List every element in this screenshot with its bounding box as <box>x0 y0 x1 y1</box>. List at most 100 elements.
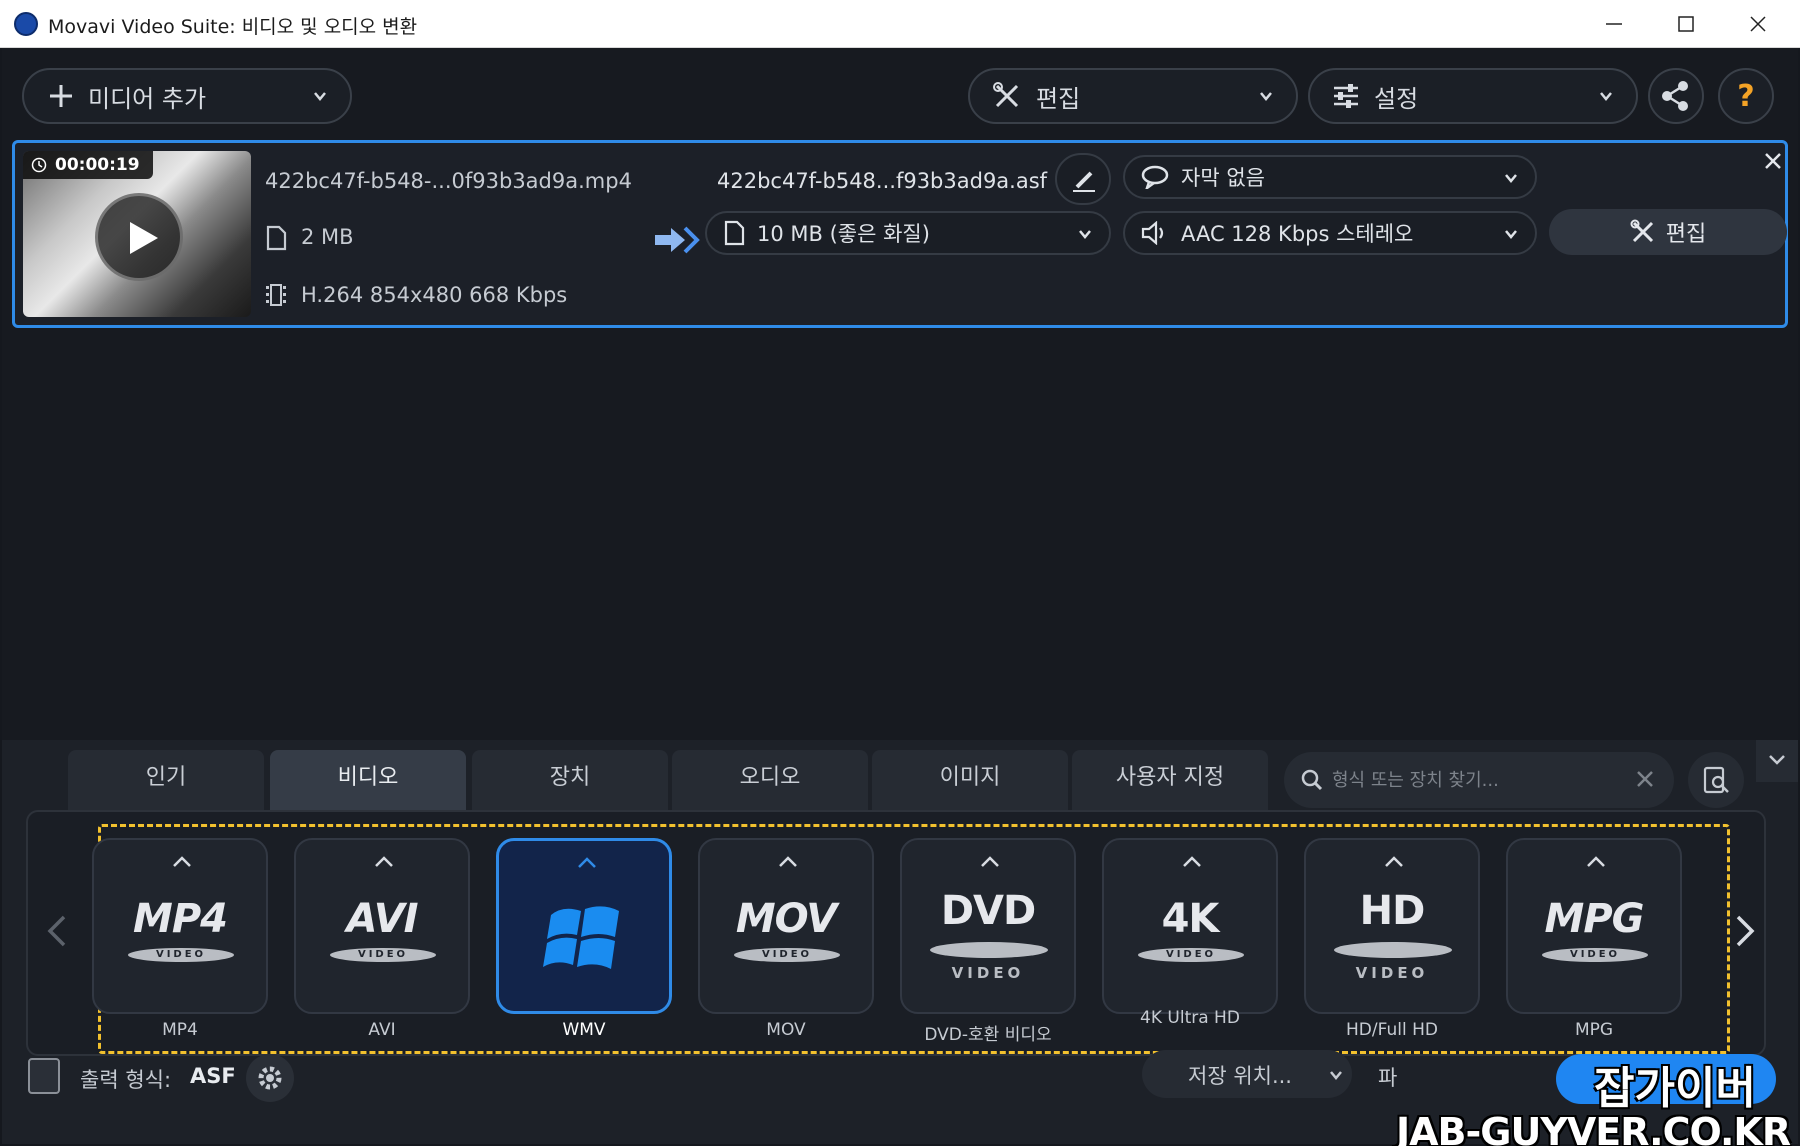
format-4k[interactable]: 4K VIDEO <box>1102 838 1278 1014</box>
format-mpg-label: MPG <box>1574 1020 1614 1040</box>
title-bar: Movavi Video Suite: 비디오 및 오디오 변환 <box>0 0 1800 48</box>
chevron-up-icon[interactable] <box>778 854 798 868</box>
format-mp4[interactable]: MP4 VIDEO <box>92 838 268 1014</box>
film-icon <box>266 284 286 306</box>
format-mp4-label: MP4 <box>162 1020 198 1040</box>
dvd-logo: DVD <box>940 888 1036 934</box>
window-title: Movavi Video Suite: 비디오 및 오디오 변환 <box>48 16 418 38</box>
close-icon <box>1750 16 1766 32</box>
edit-dropdown[interactable]: 편집 <box>968 68 1298 124</box>
maximize-button[interactable] <box>1650 0 1722 48</box>
chevron-down-icon <box>314 92 326 101</box>
help-icon: ? <box>1737 79 1755 114</box>
format-mov-label: MOV <box>766 1020 806 1040</box>
chevron-up-icon[interactable] <box>980 854 1000 868</box>
format-wmv[interactable] <box>496 838 672 1014</box>
file-item[interactable]: 00:00:19 422bc47f-b548-...0f93b3ad9a.mp4… <box>12 140 1788 328</box>
chevron-up-icon[interactable] <box>577 855 597 869</box>
save-location-label: 저장 위치... <box>1188 1064 1292 1088</box>
chevron-down-icon <box>1505 174 1517 183</box>
detect-device-button[interactable] <box>1688 752 1744 808</box>
share-icon <box>1662 81 1688 111</box>
tab-custom[interactable]: 사용자 지정 <box>1072 750 1268 810</box>
mpg-sub: VIDEO <box>1569 949 1621 960</box>
mpg-disc: VIDEO <box>1542 948 1648 962</box>
play-icon <box>130 222 158 254</box>
remove-file-icon[interactable] <box>1763 151 1783 171</box>
format-hd[interactable]: HD VIDEO <box>1304 838 1480 1014</box>
output-settings-button[interactable] <box>246 1054 294 1102</box>
format-search <box>1284 752 1674 808</box>
format-mov[interactable]: MOV VIDEO <box>698 838 874 1014</box>
close-window-button[interactable] <box>1722 0 1794 48</box>
device-search-icon <box>1703 766 1729 794</box>
chevron-down-icon <box>1330 1071 1342 1080</box>
save-location-dropdown[interactable]: 저장 위치... <box>1142 1050 1352 1098</box>
mp4-logo: MP4 <box>133 896 228 942</box>
file-edit-button[interactable]: 편집 <box>1549 209 1787 255</box>
mpg-logo: MPG <box>1544 896 1645 942</box>
minimize-icon <box>1606 23 1622 25</box>
share-button[interactable] <box>1648 68 1704 124</box>
subtitles-label: 자막 없음 <box>1181 166 1265 190</box>
speaker-icon <box>1141 221 1164 245</box>
watermark-url: JAB-GUYVER.CO.KR <box>1396 1110 1791 1146</box>
play-button[interactable] <box>95 193 183 281</box>
settings-dropdown[interactable]: 설정 <box>1308 68 1638 124</box>
collapse-panel-button[interactable] <box>1756 740 1798 782</box>
tab-video[interactable]: 비디오 <box>270 750 466 810</box>
format-search-input[interactable] <box>1332 766 1632 794</box>
minimize-button[interactable] <box>1578 0 1650 48</box>
edit-label: 편집 <box>1036 84 1081 113</box>
speech-bubble-icon <box>1141 165 1169 189</box>
chevron-left-icon[interactable] <box>46 914 68 948</box>
tab-devices[interactable]: 장치 <box>472 750 668 810</box>
app-window: 미디어 추가 편집 설정 ? 00:00:19 422bc47f-b548-..… <box>2 48 1798 1146</box>
file-icon <box>724 220 745 246</box>
chevron-down-icon <box>1260 92 1272 101</box>
tab-popular[interactable]: 인기 <box>68 750 264 810</box>
clear-search-icon[interactable] <box>1636 770 1654 788</box>
audio-dropdown[interactable]: AAC 128 Kbps 스테레오 <box>1123 211 1537 255</box>
help-button[interactable]: ? <box>1718 68 1774 124</box>
chevron-up-icon[interactable] <box>1384 854 1404 868</box>
file-edit-label: 편집 <box>1665 222 1707 247</box>
add-media-button[interactable]: 미디어 추가 <box>22 68 352 124</box>
output-filename: 422bc47f-b548...f93b3ad9a.asf <box>717 169 1048 193</box>
format-mpg[interactable]: MPG VIDEO <box>1506 838 1682 1014</box>
pencil-icon <box>1073 171 1095 192</box>
chevron-right-icon[interactable] <box>1734 914 1756 948</box>
format-avi[interactable]: AVI VIDEO <box>294 838 470 1014</box>
rename-button[interactable] <box>1055 153 1111 205</box>
subtitles-dropdown[interactable]: 자막 없음 <box>1123 155 1537 199</box>
watermark-title: 잡가이버 <box>1594 1063 1756 1114</box>
merge-files-toggle[interactable]: 파 <box>1378 1062 1397 1092</box>
quality-dropdown[interactable]: 10 MB (좋은 화질) <box>705 211 1111 255</box>
dvd-disc <box>930 942 1048 958</box>
chevron-up-icon[interactable] <box>1586 854 1606 868</box>
avi-disc: VIDEO <box>330 948 436 962</box>
format-dvd-label: DVD-호환 비디오 <box>924 1025 1052 1045</box>
format-hd-label: HD/Full HD <box>1346 1020 1438 1040</box>
format-dvd[interactable]: DVD VIDEO <box>900 838 1076 1014</box>
chevron-down-icon <box>1505 230 1517 239</box>
add-media-label: 미디어 추가 <box>88 84 207 113</box>
avi-logo: AVI <box>346 896 418 942</box>
tab-images[interactable]: 이미지 <box>872 750 1068 810</box>
chevron-up-icon[interactable] <box>374 854 394 868</box>
mp4-disc: VIDEO <box>128 948 234 962</box>
output-format-label: 출력 형식: <box>80 1068 172 1092</box>
4k-disc: VIDEO <box>1138 948 1244 962</box>
mp4-sub: VIDEO <box>155 949 207 960</box>
video-thumbnail[interactable]: 00:00:19 <box>23 151 251 317</box>
chevron-up-icon[interactable] <box>172 854 192 868</box>
chevron-up-icon[interactable] <box>1182 854 1202 868</box>
tools-icon <box>993 82 1019 108</box>
tab-audio[interactable]: 오디오 <box>672 750 868 810</box>
format-4k-label: 4K Ultra HD <box>1140 1008 1240 1028</box>
format-avi-label: AVI <box>368 1020 396 1040</box>
4k-logo: 4K <box>1161 896 1220 942</box>
output-format-icon <box>28 1058 60 1094</box>
dvd-sub: VIDEO <box>951 964 1025 982</box>
maximize-icon <box>1678 16 1694 32</box>
